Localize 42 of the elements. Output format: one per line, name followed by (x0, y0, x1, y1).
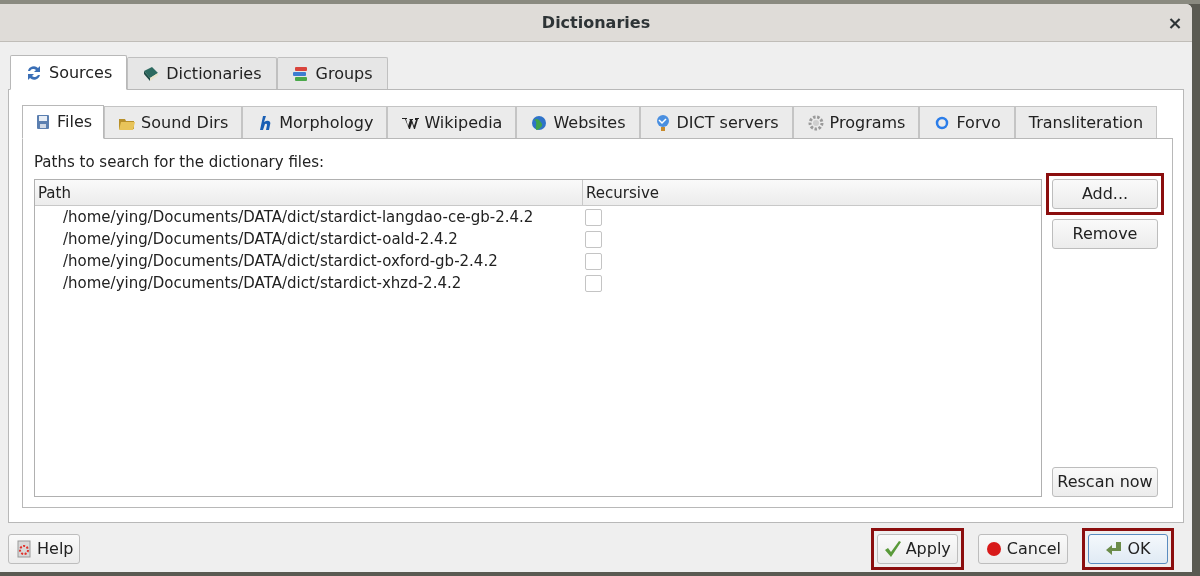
gear-icon (806, 113, 825, 132)
button[interactable]: Cancel (977, 534, 1068, 564)
tab[interactable]: DICT servers (639, 106, 793, 138)
table-cell-text: /home/ying/Documents/DATA/dict/stardict-xhzd-2.4.2 (62, 272, 463, 294)
book-icon (142, 64, 161, 83)
tab[interactable]: Transliteration (1014, 106, 1158, 138)
table-cell-text: /home/ying/Documents/DATA/dict/stardict-oald-2.4.2 (62, 228, 459, 250)
column-header[interactable]: Recursive (583, 180, 1041, 205)
tab[interactable]: Dictionaries (127, 57, 277, 89)
tab[interactable]: Groups (276, 57, 388, 89)
lifebuoy-icon (15, 540, 33, 558)
tab[interactable]: Sound Dirs (104, 106, 243, 138)
globe-icon (530, 113, 549, 132)
tab[interactable]: Morphology (242, 106, 388, 138)
tab[interactable]: Sources (10, 55, 128, 90)
tab[interactable]: Forvo (919, 106, 1015, 138)
button[interactable]: Rescan now (1052, 467, 1158, 497)
tab[interactable]: Wikipedia (387, 106, 517, 138)
stop-icon (984, 540, 1003, 558)
button[interactable]: Remove (1052, 219, 1158, 249)
paths-label: Paths to search for the dictionary files: (34, 152, 326, 173)
column-header[interactable]: Path (35, 180, 583, 205)
tab[interactable]: Files (22, 105, 105, 139)
return-arrow-icon (1105, 540, 1124, 558)
button[interactable]: Apply (876, 534, 958, 564)
tab[interactable]: Programs (792, 106, 920, 138)
checkbox[interactable] (585, 208, 602, 226)
checkbox[interactable] (585, 230, 602, 248)
close-button[interactable]: × (1164, 12, 1186, 34)
books-icon (291, 64, 310, 83)
window-title: Dictionaries (541, 11, 651, 34)
button[interactable]: Help (8, 534, 81, 564)
checkbox[interactable] (585, 274, 602, 292)
check-icon (883, 540, 902, 558)
checkbox[interactable] (585, 252, 602, 270)
button[interactable]: OK (1088, 534, 1168, 564)
floppy-icon (34, 113, 52, 131)
button[interactable]: Add... (1052, 179, 1158, 209)
refresh-icon (25, 63, 43, 82)
table-cell-text: /home/ying/Documents/DATA/dict/stardict-langdao-ce-gb-2.4.2 (62, 206, 535, 228)
table-cell-text: /home/ying/Documents/DATA/dict/stardict-oxford-gb-2.4.2 (62, 250, 499, 272)
tab[interactable]: Websites (516, 106, 640, 138)
